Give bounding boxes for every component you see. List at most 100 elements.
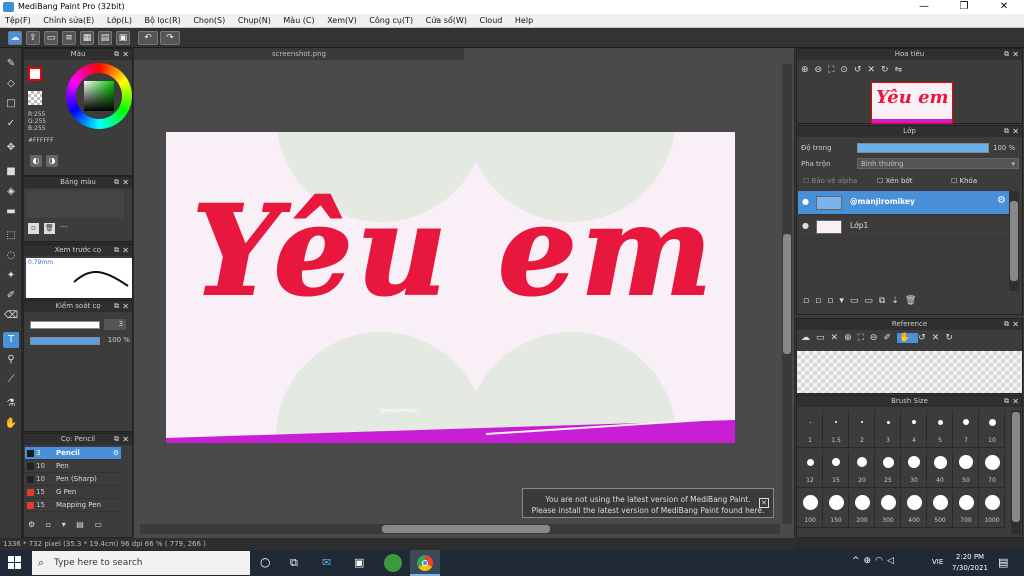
halftone-layer-icon[interactable]: ▭: [850, 296, 865, 306]
brush-size-cell[interactable]: 7: [953, 410, 979, 448]
gradient-tool-icon[interactable]: ▬: [3, 204, 19, 220]
rotate-left-icon[interactable]: ↺: [854, 65, 868, 75]
blend-mode-select[interactable]: Bình thường ▾: [857, 158, 1019, 169]
comment-list-icon[interactable]: ≡: [62, 31, 76, 45]
pen-tool-icon[interactable]: ✎: [3, 56, 19, 72]
popout-icon[interactable]: ⧉: [1004, 319, 1009, 330]
hand-icon[interactable]: ✋: [897, 333, 919, 343]
brush-size-cell[interactable]: 150: [823, 490, 849, 528]
vertical-scrollbar[interactable]: [782, 64, 792, 524]
brush-size-cell[interactable]: 700: [953, 490, 979, 528]
maximize-button[interactable]: ❐: [944, 0, 984, 14]
color-picker-icon[interactable]: ◑: [46, 155, 58, 167]
zoom-in-icon[interactable]: ⊕: [801, 65, 815, 75]
popout-icon[interactable]: ⧉: [114, 301, 119, 312]
lasso-tool-icon[interactable]: ◌: [3, 248, 19, 264]
folder-icon[interactable]: ▭: [864, 296, 879, 306]
move-tool-icon[interactable]: ✥: [3, 140, 19, 156]
mail-icon[interactable]: ✉: [322, 556, 331, 569]
new-layer-8bit-icon[interactable]: ▫: [815, 296, 827, 306]
chevron-up-icon[interactable]: ^: [852, 556, 864, 566]
brush-size-cell[interactable]: 70: [979, 450, 1005, 488]
brush-size-cell[interactable]: 2: [849, 410, 875, 448]
operation-tool-icon[interactable]: ⚲: [3, 352, 19, 368]
duplicate-layer-icon[interactable]: ⧉: [879, 296, 891, 306]
navigator-thumbnail[interactable]: Yêu em: [871, 82, 953, 124]
frame-tool-icon[interactable]: ⟋: [3, 372, 19, 388]
reference-area[interactable]: [797, 351, 1022, 393]
eraser-tool-icon[interactable]: ◇: [3, 76, 19, 92]
select-tool-icon[interactable]: ⬚: [3, 228, 19, 244]
brush-folder-icon[interactable]: ▭: [94, 520, 102, 529]
brush-opacity-value[interactable]: 100 %: [102, 335, 130, 346]
popout-icon[interactable]: ⧉: [1004, 126, 1009, 137]
eyedropper-icon[interactable]: ✐: [883, 333, 897, 343]
brush-size-cell[interactable]: 1: [797, 410, 823, 448]
delete-layer-icon[interactable]: 🗑: [905, 296, 922, 306]
layer-row[interactable]: ● @manjiromikey ⚙: [798, 191, 1010, 215]
close-reference-icon[interactable]: ✕: [831, 333, 845, 343]
add-layer-icon[interactable]: ▾: [839, 296, 850, 306]
reset-icon[interactable]: ✕: [868, 65, 882, 75]
brush-menu-icon[interactable]: ▤: [76, 520, 84, 529]
new-palette-icon[interactable]: ▫: [28, 223, 39, 234]
brush-list-item[interactable]: 10 Pen: [25, 460, 121, 473]
panel-icon[interactable]: ▤: [98, 31, 112, 45]
zoom-icon[interactable]: ⊙: [840, 65, 854, 75]
layer-row[interactable]: ● Lớp1: [798, 215, 1010, 239]
cortana-icon[interactable]: ○: [260, 555, 270, 569]
task-view-icon[interactable]: ⧉: [290, 556, 298, 570]
menu-layer[interactable]: Lớp(L): [102, 14, 137, 28]
new-layer-icon[interactable]: ▫: [803, 296, 815, 306]
magic-wand-icon[interactable]: ✦: [3, 268, 19, 284]
palette-area[interactable]: [26, 190, 124, 218]
close-icon[interactable]: ✕: [1012, 396, 1019, 407]
lock-checkbox[interactable]: ☐ Khóa: [951, 177, 977, 185]
popout-icon[interactable]: ⧉: [1004, 396, 1009, 407]
notification-icon[interactable]: ▤: [998, 556, 1008, 569]
brush-size-value[interactable]: 3: [104, 319, 126, 330]
merge-layer-icon[interactable]: ⇣: [891, 296, 905, 306]
zoom-in-icon[interactable]: ⊕: [844, 333, 858, 343]
taskbar-search-input[interactable]: ⌕ Type here to search: [32, 551, 250, 575]
fit-icon[interactable]: ⛶: [858, 333, 870, 343]
redo-button[interactable]: ↷: [160, 31, 180, 45]
chrome-taskbar-icon[interactable]: [410, 550, 440, 576]
foreground-swatch[interactable]: [28, 67, 42, 81]
volume-icon[interactable]: ◁: [887, 556, 898, 566]
color-wheel[interactable]: [66, 63, 132, 129]
close-icon[interactable]: ✕: [122, 301, 129, 312]
hand-tool-icon[interactable]: ✋: [3, 416, 19, 432]
medibang-taskbar-icon[interactable]: [384, 554, 402, 572]
clock[interactable]: 2:20 PM 7/30/2021: [952, 552, 988, 574]
popout-icon[interactable]: ⧉: [114, 49, 119, 60]
clipping-checkbox[interactable]: ☐ Xén bớt: [877, 177, 912, 185]
brush-size-cell[interactable]: 50: [953, 450, 979, 488]
rotate-left-icon[interactable]: ↺: [918, 333, 932, 343]
brush-size-cell[interactable]: 10: [979, 410, 1005, 448]
shape-tool-icon[interactable]: □: [3, 96, 19, 112]
language-indicator[interactable]: VIE: [932, 558, 943, 566]
minimize-button[interactable]: —: [904, 0, 944, 14]
cloud-icon[interactable]: ☁: [8, 31, 22, 45]
text-tool-icon[interactable]: T: [3, 332, 19, 348]
menu-view[interactable]: Xem(V): [322, 14, 362, 28]
popout-icon[interactable]: ⧉: [114, 177, 119, 188]
layer-settings-icon[interactable]: ⚙: [997, 195, 1006, 206]
close-icon[interactable]: ✕: [1012, 319, 1019, 330]
close-icon[interactable]: ✕: [1012, 49, 1019, 60]
horizontal-scrollbar[interactable]: [140, 524, 780, 534]
brush-opacity-slider[interactable]: [30, 337, 100, 345]
eye-icon[interactable]: ●: [802, 197, 809, 206]
rotate-right-icon[interactable]: ↻: [945, 333, 959, 343]
menu-edit[interactable]: Chỉnh sửa(E): [38, 14, 99, 28]
store-icon[interactable]: ▣: [354, 556, 364, 569]
menu-cloud[interactable]: Cloud: [475, 14, 508, 28]
close-icon[interactable]: ✕: [122, 49, 129, 60]
grid-icon[interactable]: ▦: [80, 31, 94, 45]
drawing-canvas[interactable]: Yêu em @manjiromikey: [166, 132, 735, 443]
close-icon[interactable]: ✕: [122, 434, 129, 445]
network-icon[interactable]: ⊕: [864, 556, 876, 566]
layout-icon[interactable]: ▣: [116, 31, 130, 45]
brush-size-slider[interactable]: [30, 321, 100, 329]
